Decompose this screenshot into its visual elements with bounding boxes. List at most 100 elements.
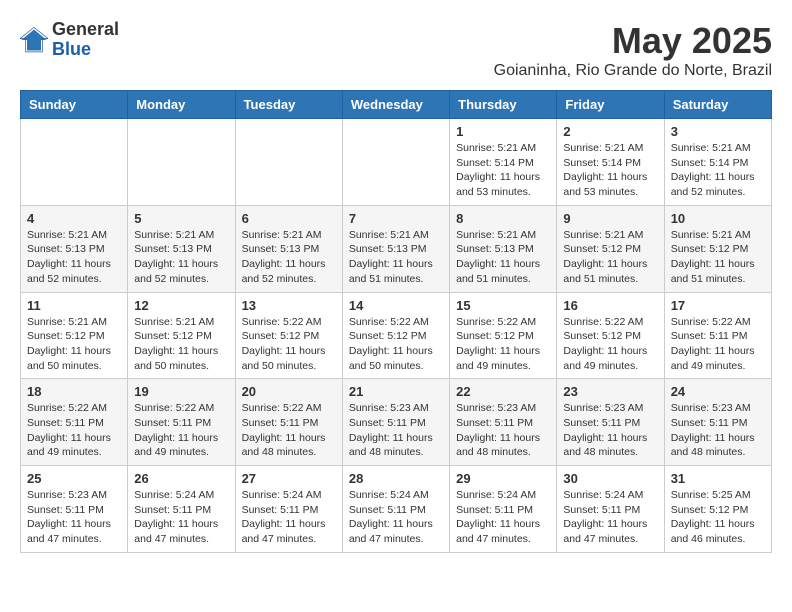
- day-number: 30: [563, 471, 657, 486]
- calendar-cell: 11Sunrise: 5:21 AM Sunset: 5:12 PM Dayli…: [21, 292, 128, 379]
- day-number: 1: [456, 124, 550, 139]
- calendar-week-row: 11Sunrise: 5:21 AM Sunset: 5:12 PM Dayli…: [21, 292, 772, 379]
- day-number: 5: [134, 211, 228, 226]
- day-number: 6: [242, 211, 336, 226]
- logo-blue-text: Blue: [52, 40, 119, 60]
- day-info: Sunrise: 5:22 AM Sunset: 5:12 PM Dayligh…: [563, 315, 657, 374]
- day-number: 10: [671, 211, 765, 226]
- calendar-cell: [128, 119, 235, 206]
- day-info: Sunrise: 5:24 AM Sunset: 5:11 PM Dayligh…: [134, 488, 228, 547]
- day-number: 17: [671, 298, 765, 313]
- calendar-cell: 16 Sunrise: 5:22 AM Sunset: 5:12 PM Dayli…: [557, 292, 664, 379]
- day-info: Sunrise: 5:22 AM Sunset: 5:11 PM Dayligh…: [671, 315, 765, 374]
- calendar-cell: 26 Sunrise: 5:24 AM Sunset: 5:11 PM Dayli…: [128, 466, 235, 553]
- calendar-header-monday: Monday: [128, 91, 235, 119]
- calendar-cell: 3 Sunrise: 5:21 AM Sunset: 5:14 PM Daylig…: [664, 119, 771, 206]
- day-number: 24: [671, 384, 765, 399]
- day-number: 21: [349, 384, 443, 399]
- day-number: 2: [563, 124, 657, 139]
- day-info: Sunrise: 5:21 AM Sunset: 5:14 PM Dayligh…: [671, 141, 765, 200]
- logo-icon: [20, 26, 48, 54]
- day-number: 9: [563, 211, 657, 226]
- day-info: Sunrise: 5:23 AM Sunset: 5:11 PM Dayligh…: [456, 401, 550, 460]
- day-info: Sunrise: 5:23 AM Sunset: 5:11 PM Dayligh…: [671, 401, 765, 460]
- day-number: 12: [134, 298, 228, 313]
- calendar-cell: 10Sunrise: 5:21 AM Sunset: 5:12 PM Dayli…: [664, 205, 771, 292]
- day-number: 20: [242, 384, 336, 399]
- calendar-cell: 27 Sunrise: 5:24 AM Sunset: 5:11 PM Dayli…: [235, 466, 342, 553]
- logo: General Blue: [20, 20, 119, 60]
- location-title: Goianinha, Rio Grande do Norte, Brazil: [494, 62, 772, 80]
- day-info: Sunrise: 5:21 AM Sunset: 5:13 PM Dayligh…: [456, 228, 550, 287]
- calendar-cell: [342, 119, 449, 206]
- calendar-cell: 13 Sunrise: 5:22 AM Sunset: 5:12 PM Dayli…: [235, 292, 342, 379]
- calendar-week-row: 4 Sunrise: 5:21 AM Sunset: 5:13 PM Daylig…: [21, 205, 772, 292]
- day-number: 16: [563, 298, 657, 313]
- day-number: 31: [671, 471, 765, 486]
- calendar-header-wednesday: Wednesday: [342, 91, 449, 119]
- calendar-header-sunday: Sunday: [21, 91, 128, 119]
- calendar-week-row: 18 Sunrise: 5:22 AM Sunset: 5:11 PM Dayli…: [21, 379, 772, 466]
- day-info: Sunrise: 5:22 AM Sunset: 5:12 PM Dayligh…: [242, 315, 336, 374]
- logo-general-text: General: [52, 20, 119, 40]
- day-info: Sunrise: 5:21 AM Sunset: 5:14 PM Dayligh…: [563, 141, 657, 200]
- day-info: Sunrise: 5:21 AM Sunset: 5:12 PM Dayligh…: [134, 315, 228, 374]
- day-number: 7: [349, 211, 443, 226]
- calendar-table: SundayMondayTuesdayWednesdayThursdayFrid…: [20, 90, 772, 553]
- day-info: Sunrise: 5:21 AM Sunset: 5:13 PM Dayligh…: [242, 228, 336, 287]
- calendar-cell: 5 Sunrise: 5:21 AM Sunset: 5:13 PM Daylig…: [128, 205, 235, 292]
- day-info: Sunrise: 5:24 AM Sunset: 5:11 PM Dayligh…: [242, 488, 336, 547]
- calendar-cell: 18 Sunrise: 5:22 AM Sunset: 5:11 PM Dayli…: [21, 379, 128, 466]
- day-number: 13: [242, 298, 336, 313]
- calendar-cell: 22 Sunrise: 5:23 AM Sunset: 5:11 PM Dayli…: [450, 379, 557, 466]
- day-info: Sunrise: 5:23 AM Sunset: 5:11 PM Dayligh…: [27, 488, 121, 547]
- calendar-cell: 14 Sunrise: 5:22 AM Sunset: 5:12 PM Dayli…: [342, 292, 449, 379]
- day-number: 3: [671, 124, 765, 139]
- day-info: Sunrise: 5:22 AM Sunset: 5:11 PM Dayligh…: [27, 401, 121, 460]
- page-header: General Blue May 2025 Goianinha, Rio Gra…: [20, 20, 772, 80]
- calendar-cell: 17 Sunrise: 5:22 AM Sunset: 5:11 PM Dayli…: [664, 292, 771, 379]
- calendar-header-friday: Friday: [557, 91, 664, 119]
- logo-text: General Blue: [52, 20, 119, 60]
- day-info: Sunrise: 5:21 AM Sunset: 5:14 PM Dayligh…: [456, 141, 550, 200]
- calendar-cell: 25Sunrise: 5:23 AM Sunset: 5:11 PM Dayli…: [21, 466, 128, 553]
- day-number: 14: [349, 298, 443, 313]
- calendar-cell: 8 Sunrise: 5:21 AM Sunset: 5:13 PM Daylig…: [450, 205, 557, 292]
- day-number: 15: [456, 298, 550, 313]
- day-info: Sunrise: 5:22 AM Sunset: 5:11 PM Dayligh…: [134, 401, 228, 460]
- day-number: 18: [27, 384, 121, 399]
- calendar-week-row: 1 Sunrise: 5:21 AM Sunset: 5:14 PM Daylig…: [21, 119, 772, 206]
- calendar-cell: 30Sunrise: 5:24 AM Sunset: 5:11 PM Dayli…: [557, 466, 664, 553]
- day-number: 4: [27, 211, 121, 226]
- day-info: Sunrise: 5:21 AM Sunset: 5:13 PM Dayligh…: [134, 228, 228, 287]
- day-number: 29: [456, 471, 550, 486]
- calendar-header-thursday: Thursday: [450, 91, 557, 119]
- calendar-cell: 21 Sunrise: 5:23 AM Sunset: 5:11 PM Dayli…: [342, 379, 449, 466]
- day-number: 27: [242, 471, 336, 486]
- calendar-cell: 7Sunrise: 5:21 AM Sunset: 5:13 PM Daylig…: [342, 205, 449, 292]
- calendar-cell: 4Sunrise: 5:21 AM Sunset: 5:13 PM Daylig…: [21, 205, 128, 292]
- calendar-cell: 28 Sunrise: 5:24 AM Sunset: 5:11 PM Dayli…: [342, 466, 449, 553]
- day-info: Sunrise: 5:24 AM Sunset: 5:11 PM Dayligh…: [456, 488, 550, 547]
- calendar-cell: 23Sunrise: 5:23 AM Sunset: 5:11 PM Dayli…: [557, 379, 664, 466]
- day-number: 19: [134, 384, 228, 399]
- day-number: 8: [456, 211, 550, 226]
- day-number: 28: [349, 471, 443, 486]
- calendar-cell: 31Sunrise: 5:25 AM Sunset: 5:12 PM Dayli…: [664, 466, 771, 553]
- title-block: May 2025 Goianinha, Rio Grande do Norte,…: [494, 20, 772, 80]
- month-title: May 2025: [494, 20, 772, 62]
- calendar-week-row: 25Sunrise: 5:23 AM Sunset: 5:11 PM Dayli…: [21, 466, 772, 553]
- day-info: Sunrise: 5:24 AM Sunset: 5:11 PM Dayligh…: [349, 488, 443, 547]
- calendar-cell: [235, 119, 342, 206]
- day-info: Sunrise: 5:22 AM Sunset: 5:12 PM Dayligh…: [456, 315, 550, 374]
- calendar-header-row: SundayMondayTuesdayWednesdayThursdayFrid…: [21, 91, 772, 119]
- day-info: Sunrise: 5:21 AM Sunset: 5:12 PM Dayligh…: [27, 315, 121, 374]
- calendar-header-saturday: Saturday: [664, 91, 771, 119]
- day-info: Sunrise: 5:22 AM Sunset: 5:12 PM Dayligh…: [349, 315, 443, 374]
- calendar-cell: [21, 119, 128, 206]
- day-info: Sunrise: 5:23 AM Sunset: 5:11 PM Dayligh…: [349, 401, 443, 460]
- day-number: 26: [134, 471, 228, 486]
- calendar-cell: 20Sunrise: 5:22 AM Sunset: 5:11 PM Dayli…: [235, 379, 342, 466]
- calendar-cell: 29 Sunrise: 5:24 AM Sunset: 5:11 PM Dayli…: [450, 466, 557, 553]
- day-number: 22: [456, 384, 550, 399]
